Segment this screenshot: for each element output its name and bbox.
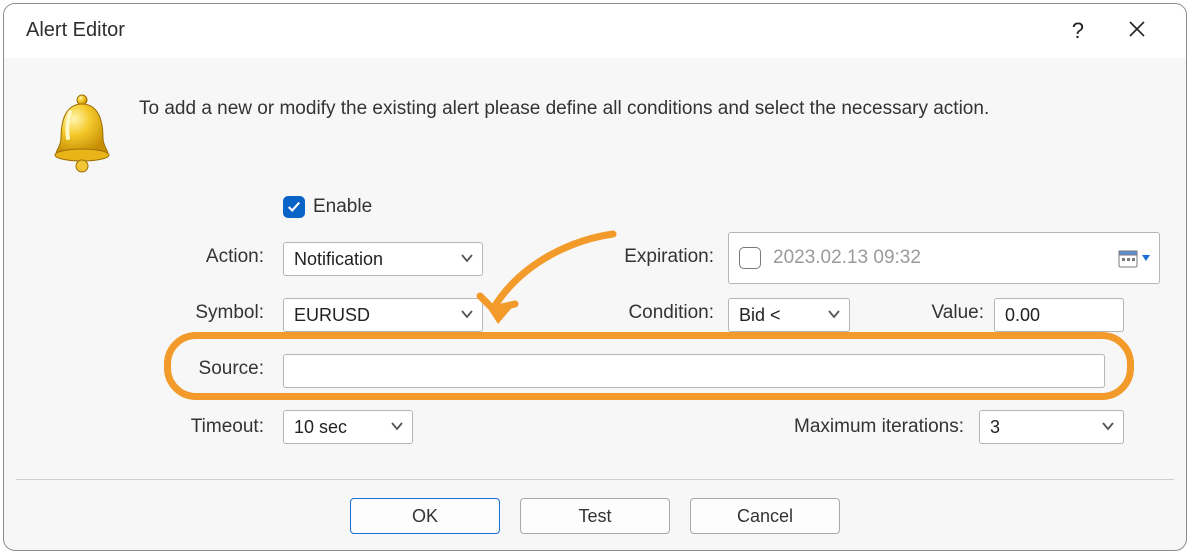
cancel-button[interactable]: Cancel xyxy=(690,498,840,534)
symbol-value: EURUSD xyxy=(294,305,370,326)
timeout-select[interactable]: 10 sec xyxy=(283,410,413,444)
window-title: Alert Editor xyxy=(26,19,125,42)
value-text: 0.00 xyxy=(1005,305,1040,326)
source-input[interactable] xyxy=(283,354,1105,388)
maxiter-select[interactable]: 3 xyxy=(979,410,1124,444)
enable-label: Enable xyxy=(313,196,372,218)
action-value: Notification xyxy=(294,249,383,270)
timeout-value: 10 sec xyxy=(294,417,347,438)
value-label: Value: xyxy=(854,302,984,324)
action-select[interactable]: Notification xyxy=(283,242,483,276)
expiration-value: 2023.02.13 09:32 xyxy=(773,247,1105,269)
button-bar: OK Test Cancel xyxy=(16,479,1174,534)
expiration-field[interactable]: 2023.02.13 09:32 xyxy=(728,232,1160,284)
titlebar: Alert Editor ? xyxy=(4,4,1186,58)
intro-text: To add a new or modify the existing aler… xyxy=(139,88,989,120)
chevron-down-icon xyxy=(390,417,404,438)
condition-value: Bid < xyxy=(739,305,781,326)
ok-button[interactable]: OK xyxy=(350,498,500,534)
chevron-down-icon xyxy=(1101,417,1115,438)
expiration-checkbox[interactable] xyxy=(739,247,761,269)
bell-icon xyxy=(24,88,139,176)
action-label: Action: xyxy=(144,246,264,268)
maxiter-label: Maximum iterations: xyxy=(724,416,964,438)
chevron-down-icon xyxy=(827,305,841,326)
condition-select[interactable]: Bid < xyxy=(728,298,850,332)
maxiter-value: 3 xyxy=(990,417,1000,438)
alert-form: Enable Action: Notification Expiration: … xyxy=(24,198,1166,498)
calendar-picker-button[interactable] xyxy=(1117,247,1151,269)
checkbox-checked-icon xyxy=(283,196,305,218)
annotation-arrow xyxy=(468,224,628,344)
dropdown-triangle-icon xyxy=(1141,253,1151,263)
condition-label: Condition: xyxy=(554,302,714,324)
close-icon[interactable] xyxy=(1128,18,1146,44)
source-label: Source: xyxy=(144,358,264,380)
help-icon[interactable]: ? xyxy=(1072,18,1084,44)
symbol-select[interactable]: EURUSD xyxy=(283,298,483,332)
calendar-icon xyxy=(1117,247,1139,269)
chevron-down-icon xyxy=(460,249,474,270)
content-area: To add a new or modify the existing aler… xyxy=(4,58,1186,476)
enable-checkbox[interactable]: Enable xyxy=(283,196,372,218)
timeout-label: Timeout: xyxy=(144,416,264,438)
symbol-label: Symbol: xyxy=(144,302,264,324)
chevron-down-icon xyxy=(460,305,474,326)
alert-editor-window: Alert Editor ? xyxy=(3,3,1187,551)
test-button[interactable]: Test xyxy=(520,498,670,534)
value-input[interactable]: 0.00 xyxy=(994,298,1124,332)
expiration-label: Expiration: xyxy=(554,246,714,268)
